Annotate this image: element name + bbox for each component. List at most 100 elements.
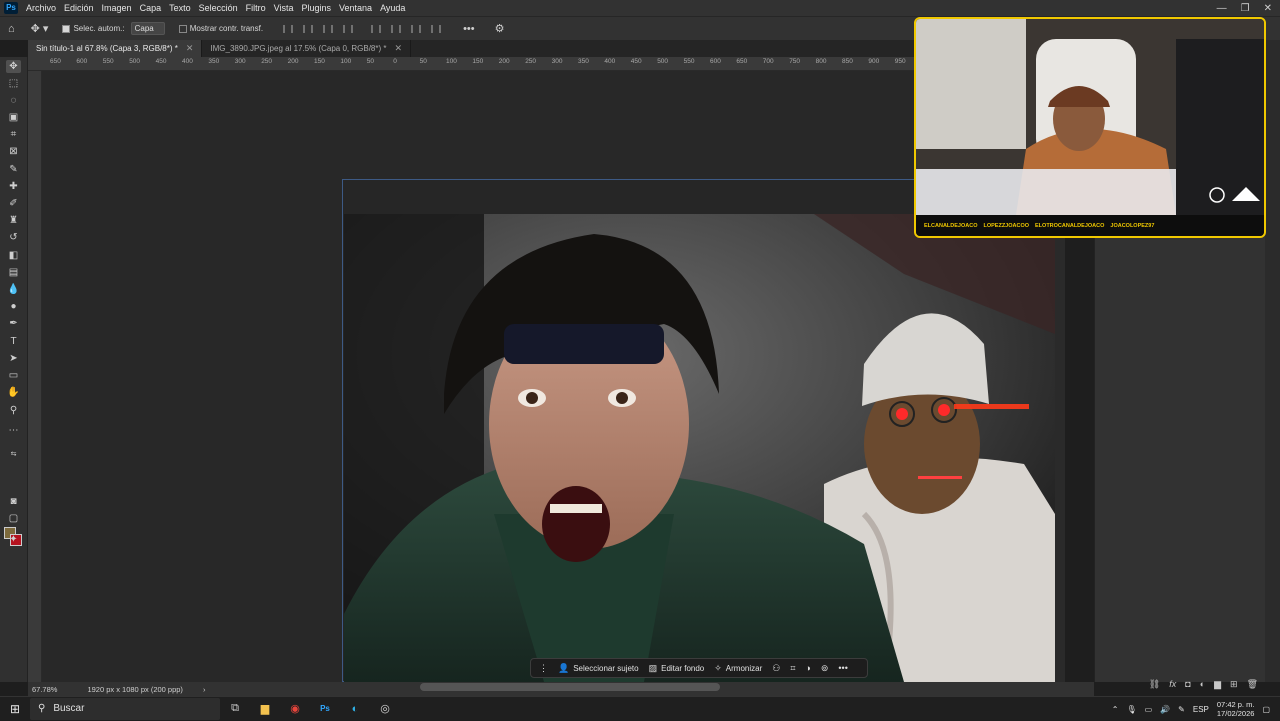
drag-handle-icon[interactable]: ⋮ [539,663,548,674]
eraser-tool-icon[interactable]: ◧ [6,249,21,262]
more-options-button[interactable]: ••• [838,663,847,673]
obs-icon[interactable]: ◎ [370,698,400,720]
link-layers-icon[interactable]: ⛓ [1149,679,1160,690]
pen-tool-icon[interactable]: ✒ [6,317,21,330]
path-selection-tool-icon[interactable]: ➤ [6,352,21,365]
network-icon[interactable]: ▭ [1145,705,1153,714]
object-selection-tool-icon[interactable]: ▣ [6,111,21,124]
notification-icon[interactable]: ▢ [1262,705,1270,714]
type-tool-icon[interactable]: T [6,335,21,348]
align-center-icon[interactable] [303,24,314,33]
align-bottom-icon[interactable] [411,24,422,33]
hand-tool-icon[interactable]: ✋ [6,386,21,399]
distribute-icon[interactable] [343,24,354,33]
move-tool-preset-icon[interactable]: ✥ ▾ [31,22,49,35]
canvas-image[interactable] [344,214,1055,682]
clone-stamp-tool-icon[interactable]: ♜ [6,214,21,227]
transform-icon[interactable]: ⌗ [790,663,795,674]
language-indicator[interactable]: ESP [1193,705,1209,714]
harmonize-button[interactable]: ✧ Armonizar [714,663,762,674]
photo-composite [344,214,1055,682]
generative-fill-icon[interactable]: ✦ [6,533,21,546]
windows-start-icon[interactable]: ⊞ [0,702,30,716]
new-group-icon[interactable]: ▆ [1214,679,1221,690]
close-icon[interactable]: ✕ [395,43,403,54]
align-middle-icon[interactable] [391,24,402,33]
photoshop-taskbar-icon[interactable]: Ps [310,698,340,720]
history-brush-tool-icon[interactable]: ↺ [6,231,21,244]
align-left-icon[interactable] [283,24,294,33]
tab-img-3890[interactable]: IMG_3890.JPG.jpeg al 17.5% (Capa 0, RGB/… [202,40,412,57]
ruler-tick-label: 500 [657,58,669,65]
eyedropper-tool-icon[interactable]: ✎ [6,163,21,176]
add-mask-icon[interactable]: ◘ [1185,679,1190,689]
move-tool-icon[interactable]: ✥ [6,60,21,73]
adjustment-layer-icon[interactable]: ◐ [1200,679,1205,689]
distribute-vertical-icon[interactable] [431,24,442,33]
align-right-icon[interactable] [323,24,334,33]
edge-icon[interactable]: ◐ [340,698,370,720]
marquee-tool-icon[interactable]: ⬚ [6,77,21,90]
align-top-icon[interactable] [371,24,382,33]
healing-brush-tool-icon[interactable]: ✚ [6,180,21,193]
new-layer-icon[interactable]: ⊞ [1230,679,1238,690]
horizontal-scrollbar[interactable] [420,683,720,691]
brush-tool-icon[interactable]: ✐ [6,197,21,210]
default-colors-icon[interactable]: ⇆ [6,447,21,460]
tab-sin-titulo[interactable]: Sin título-1 al 67.8% (Capa 3, RGB/8*) *… [28,40,203,57]
checkbox-icon [62,24,71,33]
canvas-workspace[interactable] [42,71,1055,682]
microphone-icon[interactable]: 🎙 [1126,705,1136,714]
autoselect-dropdown[interactable]: Capa [130,22,165,35]
menu-plugins[interactable]: Plugins [298,0,336,16]
social-handle: LOPEZZJOACOO [983,222,1030,229]
frame-tool-icon[interactable]: ⊠ [6,145,21,158]
close-button[interactable]: ✕ [1264,3,1272,14]
zoom-tool-icon[interactable]: ⚲ [6,404,21,417]
menu-edicion[interactable]: Edición [60,0,98,16]
mask-icon[interactable]: ⊚ [821,663,829,674]
select-subject-button[interactable]: 👤 Seleccionar sujeto [558,663,639,674]
taskbar-search[interactable]: ⚲ Buscar [30,697,220,720]
volume-icon[interactable]: 🔊 [1160,705,1170,714]
menu-capa[interactable]: Capa [136,0,166,16]
adjust-icon[interactable]: ◑ [805,663,810,673]
lasso-tool-icon[interactable]: ◌ [6,94,21,107]
gear-icon[interactable]: ⚙ [495,22,505,35]
status-menu-arrow[interactable]: › [203,685,206,694]
chevron-up-icon[interactable]: ⌃ [1112,705,1119,714]
menu-seleccion[interactable]: Selección [195,0,242,16]
menu-archivo[interactable]: Archivo [22,0,60,16]
people-icon[interactable]: ⚇ [772,663,780,674]
rectangle-tool-icon[interactable]: ▭ [6,369,21,382]
task-view-icon[interactable]: ⧉ [220,698,250,720]
close-icon[interactable]: ✕ [186,43,194,54]
menu-filtro[interactable]: Filtro [242,0,270,16]
show-transform-checkbox[interactable]: Mostrar contr. transf. [178,24,263,33]
layer-style-icon[interactable]: fx [1169,679,1176,689]
dodge-tool-icon[interactable]: ● [6,300,21,313]
more-options-button[interactable]: ••• [463,23,475,35]
chrome-icon[interactable]: ◉ [280,698,310,720]
quick-mask-icon[interactable]: ◙ [6,495,21,508]
menu-imagen[interactable]: Imagen [98,0,136,16]
crop-tool-icon[interactable]: ⌗ [6,128,21,141]
autoselect-checkbox[interactable]: Selec. autom.: [62,24,125,33]
minimize-button[interactable]: — [1217,3,1227,14]
clock[interactable]: 07:42 p. m. 17/02/2026 [1217,700,1255,718]
edit-background-button[interactable]: ▨ Editar fondo [649,663,705,674]
menu-ayuda[interactable]: Ayuda [376,0,409,16]
edit-toolbar-icon[interactable]: ⋯ [6,424,21,437]
menu-vista[interactable]: Vista [270,0,298,16]
pen-icon[interactable]: ✎ [1178,705,1185,714]
screen-mode-icon[interactable]: ▢ [6,512,21,525]
trash-icon[interactable]: 🗑 [1247,679,1258,690]
file-explorer-icon[interactable]: ▆ [250,698,280,720]
zoom-level[interactable]: 67.78% [32,685,57,694]
menu-ventana[interactable]: Ventana [335,0,376,16]
home-icon[interactable]: ⌂ [8,23,15,35]
blur-tool-icon[interactable]: 💧 [6,283,21,296]
gradient-tool-icon[interactable]: ▤ [6,266,21,279]
menu-texto[interactable]: Texto [165,0,195,16]
restore-button[interactable]: ❐ [1241,3,1250,14]
